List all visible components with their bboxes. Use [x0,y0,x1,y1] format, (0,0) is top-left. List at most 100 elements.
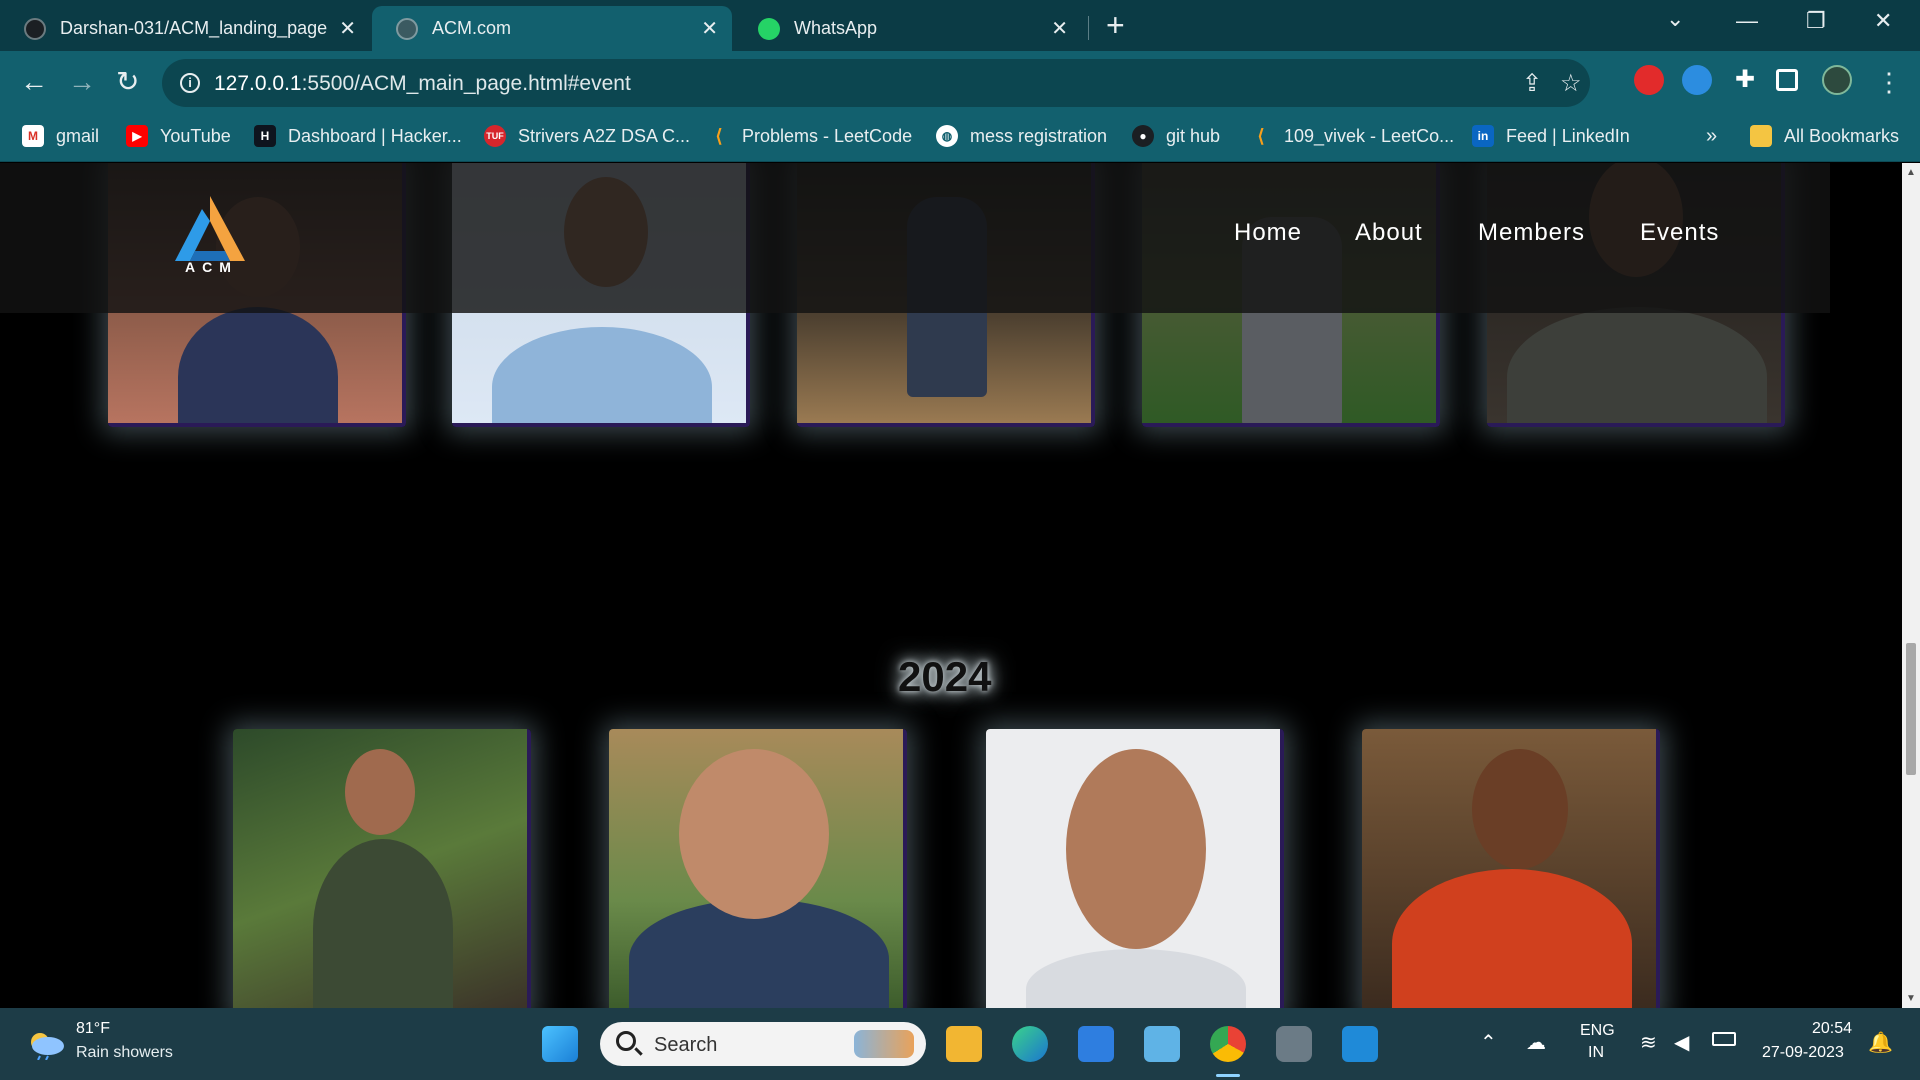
nav-members[interactable]: Members [1478,219,1585,247]
close-icon[interactable]: ✕ [339,16,356,41]
member-photo [609,729,903,1008]
member-card[interactable] [609,729,907,1008]
page-viewport: ACM Home About Members Events 2024 [0,163,1902,1008]
bookmark-label: YouTube [160,125,231,146]
github-icon: ● [1132,125,1154,147]
close-icon[interactable]: ✕ [701,16,718,41]
site-navbar: ACM Home About Members Events [0,163,1830,313]
restore-icon[interactable]: ❐ [1806,8,1826,34]
taskbar-search[interactable]: Search [600,1022,926,1066]
member-face [1066,749,1206,949]
store-icon[interactable] [1078,1026,1114,1062]
member-photo [986,729,1280,1008]
bookmark-hackerrank[interactable]: H Dashboard | Hacker... [254,125,462,147]
member-figure [1026,949,1246,1008]
site-info-icon[interactable]: i [180,73,200,93]
clock-time[interactable]: 20:54 [1812,1020,1852,1038]
notification-icon[interactable]: 🔔 [1868,1030,1893,1055]
youtube-icon: ▶ [126,125,148,147]
address-bar[interactable]: i 127.0.0.1:5500/ACM_main_page.html#even… [162,59,1590,107]
bookmark-youtube[interactable]: ▶ YouTube [126,125,231,147]
bookmark-mess-registration[interactable]: ◍ mess registration [936,125,1107,147]
volume-icon[interactable]: ◀ [1674,1030,1689,1055]
browser-toolbar: ← → ↻ i 127.0.0.1:5500/ACM_main_page.htm… [0,51,1920,114]
chevron-up-icon[interactable]: ⌃ [1480,1030,1497,1055]
bookmark-label: Problems - LeetCode [742,125,913,146]
profile-avatar[interactable] [1822,65,1852,95]
rain-cloud-icon[interactable] [26,1030,66,1060]
bookmark-star-icon[interactable]: ☆ [1560,69,1582,98]
bookmark-gmail[interactable]: Mgmail [22,125,99,147]
close-icon[interactable]: ✕ [1051,16,1068,41]
wifi-icon[interactable]: ≋ [1640,1030,1657,1055]
scroll-up-icon[interactable]: ▲ [1906,167,1916,178]
hackerrank-icon: H [254,125,276,147]
language-top[interactable]: ENG [1580,1022,1615,1040]
gmail-icon: M [22,125,44,147]
tab-github[interactable]: Darshan-031/ACM_landing_page ✕ [0,6,370,51]
window-close-icon[interactable]: ✕ [1874,8,1892,34]
bookmarks-bar: Mgmail ▶ YouTube H Dashboard | Hacker... T… [0,114,1920,162]
new-tab-button[interactable]: + [1106,8,1125,42]
tab-whatsapp[interactable]: WhatsApp ✕ [734,6,1082,51]
folder-icon [1750,125,1772,147]
side-panel-icon[interactable] [1776,69,1798,91]
bookmark-strivers[interactable]: TUF Strivers A2Z DSA C... [484,125,690,147]
bookmark-label: mess registration [970,125,1108,146]
member-face [1472,749,1568,869]
reload-icon[interactable]: ↻ [116,66,139,98]
nav-events[interactable]: Events [1640,219,1719,247]
back-icon[interactable]: ← [20,66,48,98]
scrollbar-thumb[interactable] [1906,643,1916,775]
member-card[interactable] [233,729,531,1008]
search-placeholder: Search [654,1034,718,1056]
active-app-indicator [1216,1074,1240,1077]
weather-description[interactable]: Rain showers [76,1044,173,1062]
member-card[interactable] [1362,729,1660,1008]
extensions-puzzle-icon[interactable]: ✚ [1730,65,1760,95]
notepad-icon[interactable] [1144,1026,1180,1062]
weather-temperature[interactable]: 81°F [76,1020,110,1038]
menu-kebab-icon[interactable]: ⋮ [1876,66,1902,98]
url-text[interactable]: 127.0.0.1:5500/ACM_main_page.html#event [214,72,631,96]
bookmark-github[interactable]: ● git hub [1132,125,1220,147]
member-figure [1392,869,1632,1008]
logo-text: ACM [185,259,238,275]
chrome-icon[interactable] [1210,1026,1246,1062]
camera-icon[interactable] [1276,1026,1312,1062]
edge-icon[interactable] [1012,1026,1048,1062]
member-card[interactable] [986,729,1284,1008]
clock-date[interactable]: 27-09-2023 [1762,1044,1844,1062]
more-bookmarks-icon[interactable]: » [1706,125,1717,148]
onedrive-icon[interactable]: ☁ [1526,1030,1546,1055]
github-icon [24,17,46,40]
minimize-icon[interactable]: — [1736,8,1758,34]
share-icon[interactable]: ⇪ [1522,69,1542,98]
forward-icon[interactable]: → [68,66,96,98]
bookmark-linkedin[interactable]: in Feed | LinkedIn [1472,125,1630,147]
extension-red-icon[interactable] [1634,65,1664,95]
nav-home[interactable]: Home [1234,219,1302,247]
leetcode-icon: ⟨ [715,125,723,146]
bookmark-label: 109_vivek - LeetCo... [1284,125,1455,146]
vscode-icon[interactable] [1342,1026,1378,1062]
page-scrollbar[interactable]: ▲ ▼ [1902,163,1920,1008]
tab-search-icon[interactable]: ⌄ [1666,6,1684,32]
all-bookmarks-folder[interactable]: All Bookmarks [1750,125,1899,147]
nav-about[interactable]: About [1355,219,1423,247]
tab-separator [1088,16,1089,40]
tab-strip: Darshan-031/ACM_landing_page ✕ ACM.com ✕… [0,0,1920,51]
tuf-icon: TUF [484,125,506,147]
tab-acm[interactable]: ACM.com ✕ [372,6,732,51]
bookmark-leetcode-profile[interactable]: ⟨ 109_vivek - LeetCo... [1250,125,1454,147]
member-face [345,749,415,835]
whatsapp-icon [758,17,780,40]
scroll-down-icon[interactable]: ▼ [1906,993,1916,1004]
language-bottom[interactable]: IN [1588,1044,1604,1062]
battery-icon[interactable] [1712,1032,1736,1046]
bookmark-leetcode[interactable]: ⟨ Problems - LeetCode [708,125,912,147]
bookmark-label: Feed | LinkedIn [1506,125,1630,146]
windows-start-icon[interactable] [542,1026,578,1062]
file-explorer-icon[interactable] [946,1026,982,1062]
extension-blue-icon[interactable] [1682,65,1712,95]
